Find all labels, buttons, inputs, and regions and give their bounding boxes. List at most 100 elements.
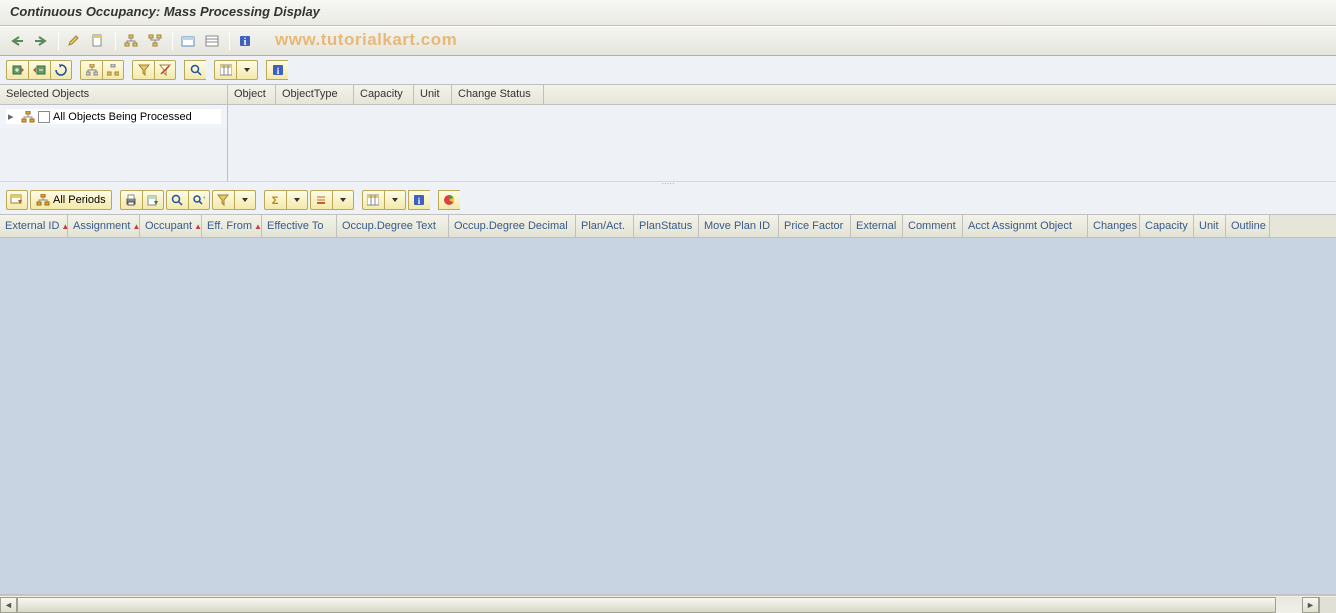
alv-col-acct-assignmt-object[interactable]: Acct Assignmt Object [963,215,1088,237]
legend-button[interactable]: i [266,60,288,80]
alv-col-label: Acct Assignmt Object [968,220,1072,232]
collapse-all-button[interactable] [28,60,50,80]
tree-right-body [228,105,1336,181]
subtotal-button[interactable] [310,190,332,210]
print-button[interactable] [120,190,142,210]
find-button[interactable] [184,60,206,80]
alv-col-price-factor[interactable]: Price Factor [779,215,851,237]
scroll-track[interactable] [17,597,1302,613]
scroll-right-button[interactable]: ► [1302,597,1319,613]
alv-col-eff-from[interactable]: Eff. From▲ [202,215,262,237]
title-bar: Continuous Occupancy: Mass Processing Di… [0,0,1336,26]
page-title: Continuous Occupancy: Mass Processing Di… [10,4,320,19]
alv-col-occup-degree-text[interactable]: Occup.Degree Text [337,215,449,237]
alv-grid-body [0,238,1336,595]
alv-col-effective-to[interactable]: Effective To [262,215,337,237]
sum-button[interactable]: Σ [264,190,286,210]
select-layout-button[interactable] [6,190,28,210]
separator [58,32,59,50]
tree-root-row[interactable]: ▸ All Objects Being Processed [6,109,221,124]
alv-col-capacity[interactable]: Capacity [1140,215,1194,237]
alv-col-label: PlanStatus [639,220,692,232]
hierarchy-button[interactable] [80,60,102,80]
layout-alv-dropdown[interactable] [384,190,406,210]
pencil-icon[interactable] [63,30,85,52]
col-objecttype[interactable]: ObjectType [276,85,354,104]
document-icon[interactable] [87,30,109,52]
list-icon[interactable] [201,30,223,52]
tree-left-pane: Selected Objects ▸ All Objects Being Pro… [0,85,228,181]
info-icon[interactable]: i [234,30,256,52]
tree-config-button[interactable] [102,60,124,80]
bottom-panel: All Periods + Σ [0,186,1336,613]
find-alv-button[interactable] [166,190,188,210]
scroll-corner [1319,597,1336,613]
alv-col-label: Effective To [267,220,323,232]
filter-alv-button[interactable] [212,190,234,210]
alv-col-label: Price Factor [784,220,843,232]
alv-col-label: Outline [1231,220,1266,232]
tree-columns: Object ObjectType Capacity Unit Change S… [228,85,1336,105]
col-object[interactable]: Object [228,85,276,104]
horizontal-scrollbar[interactable]: ◄ ► [0,595,1336,613]
alv-col-external[interactable]: External [851,215,903,237]
alv-col-external-id[interactable]: External ID▲ [0,215,68,237]
alv-col-plan-act-[interactable]: Plan/Act. [576,215,634,237]
top-panel: i Selected Objects ▸ All Objects Being P… [0,56,1336,181]
all-periods-button[interactable]: All Periods [30,190,112,210]
svg-text:Σ: Σ [272,195,279,206]
alv-col-label: Occup.Degree Decimal [454,220,568,232]
refresh-button[interactable] [50,60,72,80]
alv-col-label: External [856,220,896,232]
alv-col-comment[interactable]: Comment [903,215,963,237]
hierarchy-down-icon[interactable] [144,30,166,52]
col-unit[interactable]: Unit [414,85,452,104]
tree-header: Selected Objects [0,85,227,105]
tree-container: Selected Objects ▸ All Objects Being Pro… [0,84,1336,181]
export-button[interactable] [142,190,164,210]
col-changestatus[interactable]: Change Status [452,85,544,104]
separator [172,32,173,50]
col-capacity[interactable]: Capacity [354,85,414,104]
expand-icon[interactable]: ▸ [8,110,18,123]
sort-ascending-icon: ▲ [194,222,202,231]
back-button[interactable] [6,30,28,52]
alv-col-label: External ID [5,220,59,232]
find-next-button[interactable]: + [188,190,210,210]
layout-alv-button[interactable] [362,190,384,210]
expand-all-button[interactable] [6,60,28,80]
hierarchy-icon [36,194,50,206]
tree-checkbox[interactable] [38,111,50,123]
layout-dropdown-button[interactable] [236,60,258,80]
alv-col-planstatus[interactable]: PlanStatus [634,215,699,237]
alv-col-label: Comment [908,220,956,232]
main-toolbar: i www.tutorialkart.com [0,26,1336,56]
layout-button[interactable] [214,60,236,80]
scroll-thumb[interactable] [17,597,1276,613]
forward-button[interactable] [30,30,52,52]
alv-col-move-plan-id[interactable]: Move Plan ID [699,215,779,237]
info-alv-button[interactable]: i [408,190,430,210]
sum-dropdown[interactable] [286,190,308,210]
hierarchy-up-icon[interactable] [120,30,142,52]
filter-set-button[interactable] [132,60,154,80]
container-icon[interactable] [177,30,199,52]
filter-alv-dropdown[interactable] [234,190,256,210]
alv-col-occup-degree-decimal[interactable]: Occup.Degree Decimal [449,215,576,237]
alv-col-label: Occup.Degree Text [342,220,436,232]
alv-col-unit[interactable]: Unit [1194,215,1226,237]
alv-col-label: Assignment [73,220,130,232]
scroll-left-button[interactable]: ◄ [0,597,17,613]
alv-toolbar: All Periods + Σ [0,186,1336,214]
filter-clear-button[interactable] [154,60,176,80]
separator [229,32,230,50]
chart-button[interactable] [438,190,460,210]
alv-header: External ID▲Assignment▲Occupant▲Eff. Fro… [0,215,1336,237]
alv-col-changes[interactable]: Changes [1088,215,1140,237]
alv-col-occupant[interactable]: Occupant▲ [140,215,202,237]
alv-col-outline[interactable]: Outline [1226,215,1270,237]
sort-ascending-icon: ▲ [254,222,262,231]
alv-col-label: Unit [1199,220,1219,232]
alv-col-assignment[interactable]: Assignment▲ [68,215,140,237]
subtotal-dropdown[interactable] [332,190,354,210]
